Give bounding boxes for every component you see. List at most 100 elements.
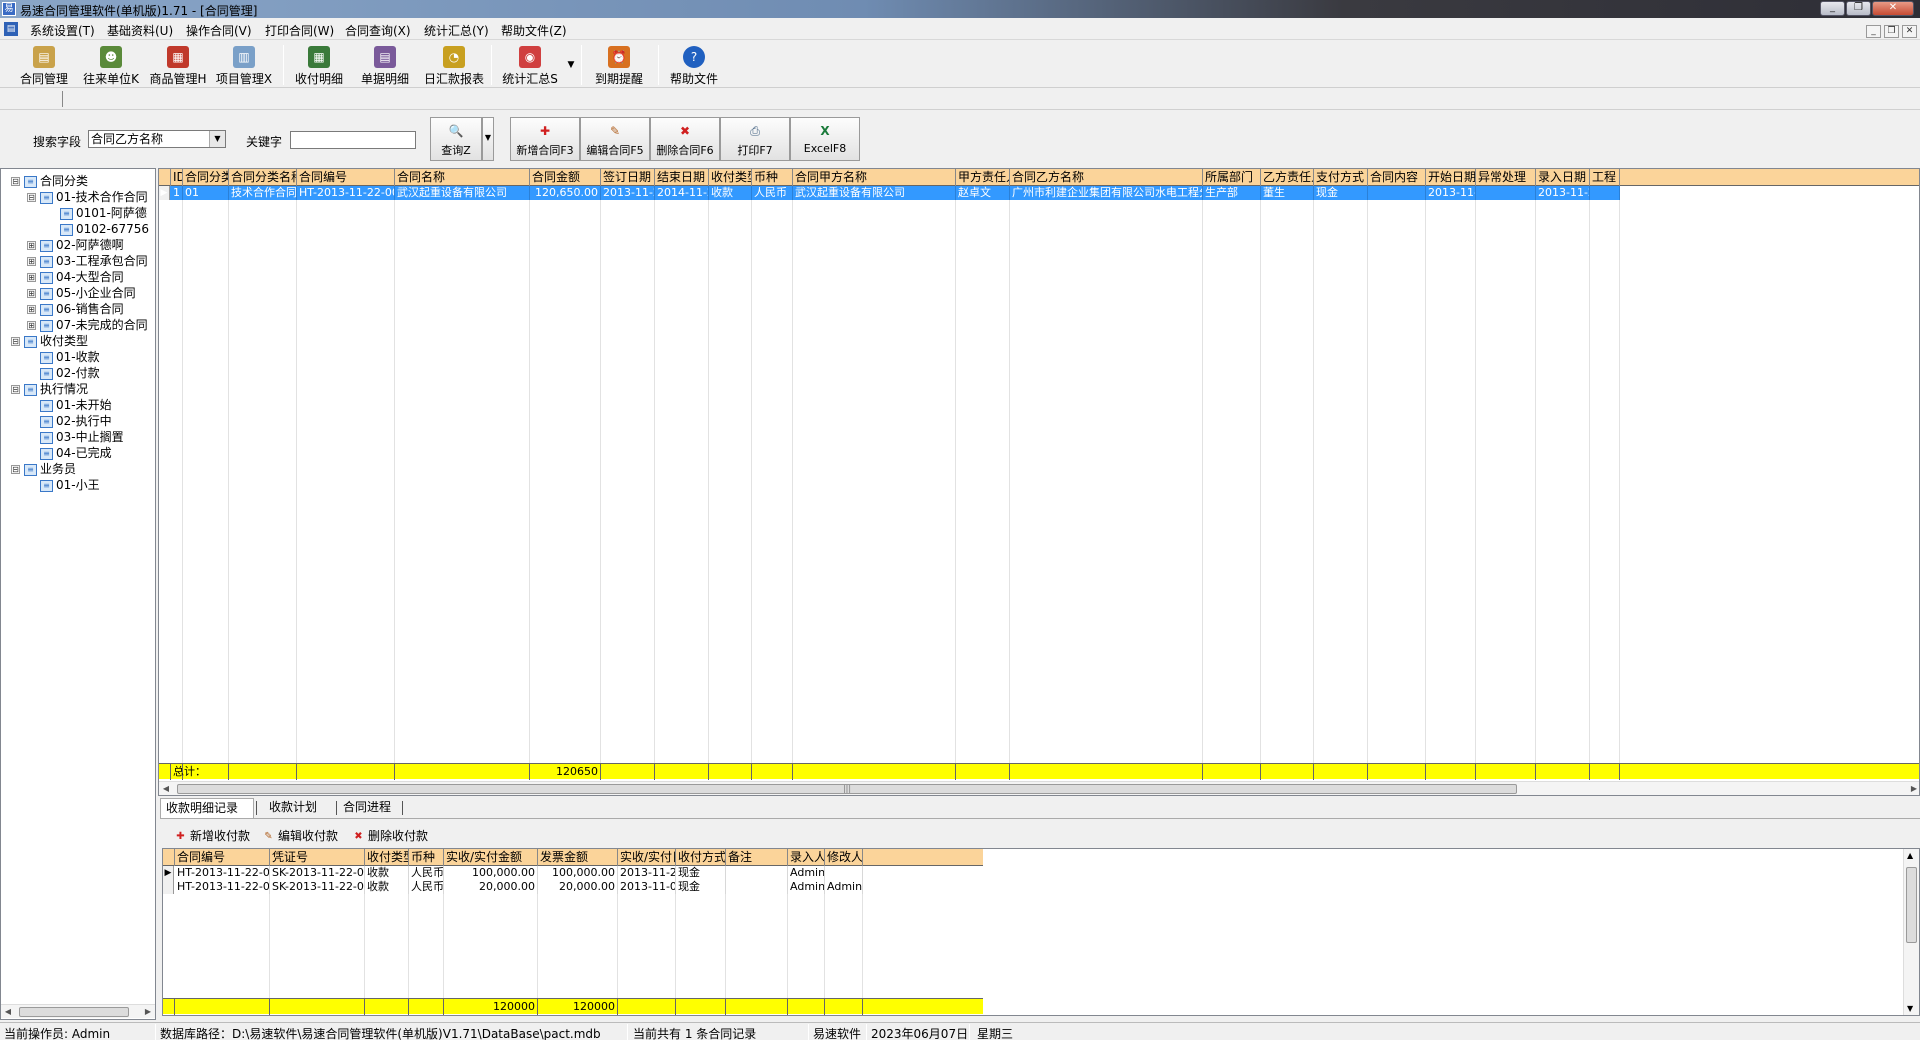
contract-row[interactable]: ▶101技术合作合同HT-2013-11-22-0001武汉起重设备有限公司12…: [159, 186, 1620, 200]
payment-row[interactable]: HT-2013-11-22-0001SK-2013-11-22-0002收款人民…: [163, 880, 863, 894]
contract-column-header[interactable]: 合同分类名称: [229, 169, 297, 186]
payment-column-header[interactable]: 发票金额: [538, 849, 618, 866]
contract-column-header[interactable]: 支付方式: [1314, 169, 1368, 186]
tree-expander-icon[interactable]: ⊟: [11, 385, 20, 394]
tree-expander-icon[interactable]: ⊞: [27, 241, 36, 250]
tree-node[interactable]: ≡ 0102-67756: [47, 221, 149, 237]
delete-payment-button[interactable]: ✖ 删除收付款: [352, 826, 428, 846]
tree-node[interactable]: ≡ 03-中止搁置: [27, 429, 124, 445]
chevron-down-icon[interactable]: ▼: [209, 131, 225, 147]
contract-column-header[interactable]: 收付类型: [709, 169, 752, 186]
scroll-left-icon[interactable]: ◀: [1, 1005, 15, 1019]
payment-column-header[interactable]: 凭证号: [270, 849, 365, 866]
toolbar-help-button[interactable]: ? 帮助文件: [664, 43, 724, 87]
contract-column-header[interactable]: 合同名称: [395, 169, 530, 186]
payment-grid-vertical-scrollbar[interactable]: ▲ ▼: [1903, 849, 1919, 1015]
tab-payment-plan[interactable]: 收款计划: [264, 798, 328, 818]
tree-expander-icon[interactable]: ⊞: [27, 289, 36, 298]
toolbar-daily-report-button[interactable]: ◔ 日汇款报表: [421, 43, 487, 87]
add-payment-button[interactable]: ✚ 新增收付款: [174, 826, 250, 846]
contract-column-header[interactable]: 合同乙方名称: [1010, 169, 1203, 186]
contract-column-header[interactable]: ID: [171, 169, 183, 186]
tab-payment-records[interactable]: 收款明细记录: [160, 798, 254, 818]
toolbar-document-detail-button[interactable]: ▤ 单据明细: [356, 43, 414, 87]
toolbar-contract-management-button[interactable]: ▤ 合同管理: [14, 43, 74, 87]
contract-column-header[interactable]: 合同分类: [183, 169, 229, 186]
payment-column-header[interactable]: 修改人: [825, 849, 863, 866]
menu-system-settings[interactable]: 系统设置(T): [30, 22, 95, 39]
tree-node[interactable]: ≡ 04-已完成: [27, 445, 112, 461]
payment-column-header[interactable]: 合同编号: [175, 849, 270, 866]
tree-expander-icon[interactable]: ⊟: [27, 193, 36, 202]
minimize-button[interactable]: _: [1820, 1, 1845, 16]
payment-column-header[interactable]: 收付类型: [365, 849, 409, 866]
tree-node[interactable]: ⊟ ≡ 01-技术合作合同: [27, 189, 148, 205]
scrollbar-thumb[interactable]: |||: [177, 784, 1517, 794]
edit-contract-button[interactable]: ✎ 编辑合同F5: [580, 117, 650, 161]
scroll-up-icon[interactable]: ▲: [1907, 851, 1913, 860]
toolbar-partners-button[interactable]: ☻ 往来单位K: [80, 43, 142, 87]
payment-column-header[interactable]: 币种: [409, 849, 444, 866]
menu-basic-data[interactable]: 基础资料(U): [107, 22, 173, 39]
tree-expander-icon[interactable]: ⊞: [27, 321, 36, 330]
query-dropdown-arrow[interactable]: ▼: [482, 117, 494, 161]
tree-node[interactable]: ⊞ ≡ 03-工程承包合同: [27, 253, 148, 269]
toolbar-project-button[interactable]: ▥ 项目管理X: [214, 43, 274, 87]
contract-column-header[interactable]: 开始日期: [1426, 169, 1476, 186]
tab-contract-progress[interactable]: 合同进程: [338, 798, 402, 818]
scroll-down-icon[interactable]: ▼: [1907, 1004, 1913, 1013]
menu-print-contract[interactable]: 打印合同(W): [265, 22, 334, 39]
mdi-restore-button[interactable]: ❐: [1884, 25, 1899, 38]
contract-grid-horizontal-scrollbar[interactable]: ◀ ||| ▶: [159, 781, 1919, 795]
mdi-minimize-button[interactable]: _: [1866, 25, 1881, 38]
tree-node[interactable]: ⊟ ≡ 合同分类: [11, 173, 88, 189]
payment-row[interactable]: ▶HT-2013-11-22-0001SK-2013-11-22-0001收款人…: [163, 866, 863, 880]
contract-column-header[interactable]: 签订日期: [601, 169, 655, 186]
contract-column-header[interactable]: 币种: [752, 169, 793, 186]
tree-node[interactable]: ≡ 01-未开始: [27, 397, 112, 413]
tree-node[interactable]: ⊟ ≡ 执行情况: [11, 381, 88, 397]
contract-column-header[interactable]: 录入日期: [1536, 169, 1590, 186]
toolbar-goods-button[interactable]: ▦ 商品管理H: [148, 43, 208, 87]
tree-node[interactable]: ⊞ ≡ 02-阿萨德啊: [27, 237, 124, 253]
contract-column-header[interactable]: 所属部门: [1203, 169, 1261, 186]
delete-contract-button[interactable]: ✖ 删除合同F6: [650, 117, 720, 161]
payment-column-header[interactable]: 实收/实付金额: [444, 849, 538, 866]
keyword-input[interactable]: [290, 131, 416, 149]
tree-expander-icon[interactable]: ⊟: [11, 465, 20, 474]
tree-node[interactable]: ⊞ ≡ 07-未完成的合同: [27, 317, 148, 333]
toolbar-payment-detail-button[interactable]: ▦ 收付明细: [290, 43, 348, 87]
tree-node[interactable]: ⊟ ≡ 收付类型: [11, 333, 88, 349]
payment-column-header[interactable]: 备注: [726, 849, 788, 866]
scroll-right-icon[interactable]: ▶: [141, 1005, 155, 1019]
scrollbar-thumb[interactable]: [1906, 867, 1917, 943]
mdi-close-button[interactable]: ✕: [1902, 25, 1917, 38]
tree-node[interactable]: ⊞ ≡ 04-大型合同: [27, 269, 124, 285]
tree-node[interactable]: ≡ 01-收款: [27, 349, 100, 365]
tree-horizontal-scrollbar[interactable]: ◀ ▶: [1, 1004, 155, 1018]
toolbar-statistics-button[interactable]: ◉ 统计汇总S: [498, 43, 562, 87]
tree-node[interactable]: ≡ 02-付款: [27, 365, 100, 381]
contract-column-header[interactable]: 合同编号: [297, 169, 395, 186]
search-field-select[interactable]: 合同乙方名称 ▼: [88, 130, 226, 148]
print-button[interactable]: ⎙ 打印F7: [720, 117, 790, 161]
tree-expander-icon[interactable]: ⊟: [11, 177, 20, 186]
contract-column-header[interactable]: 合同金额: [530, 169, 601, 186]
tree-node[interactable]: ≡ 01-小王: [27, 477, 100, 493]
contract-column-header[interactable]: 工程: [1590, 169, 1620, 186]
add-contract-button[interactable]: ✚ 新增合同F3: [510, 117, 580, 161]
menu-statistics[interactable]: 统计汇总(Y): [424, 22, 489, 39]
query-button[interactable]: 🔍 查询Z: [430, 117, 482, 161]
close-button[interactable]: ✕: [1872, 1, 1914, 16]
payment-column-header[interactable]: 录入人: [788, 849, 825, 866]
payment-column-header[interactable]: 实收/实付日: [618, 849, 676, 866]
tree-node[interactable]: ≡ 02-执行中: [27, 413, 112, 429]
toolbar-due-reminder-button[interactable]: ⏰ 到期提醒: [590, 43, 648, 87]
edit-payment-button[interactable]: ✎ 编辑收付款: [262, 826, 338, 846]
contract-column-header[interactable]: 合同内容: [1368, 169, 1426, 186]
tree-node[interactable]: ⊞ ≡ 05-小企业合同: [27, 285, 136, 301]
statistics-dropdown-arrow[interactable]: ▼: [564, 43, 578, 87]
tree-expander-icon[interactable]: ⊞: [27, 257, 36, 266]
contract-column-header[interactable]: 结束日期: [655, 169, 709, 186]
contract-column-header[interactable]: 合同甲方名称: [793, 169, 956, 186]
